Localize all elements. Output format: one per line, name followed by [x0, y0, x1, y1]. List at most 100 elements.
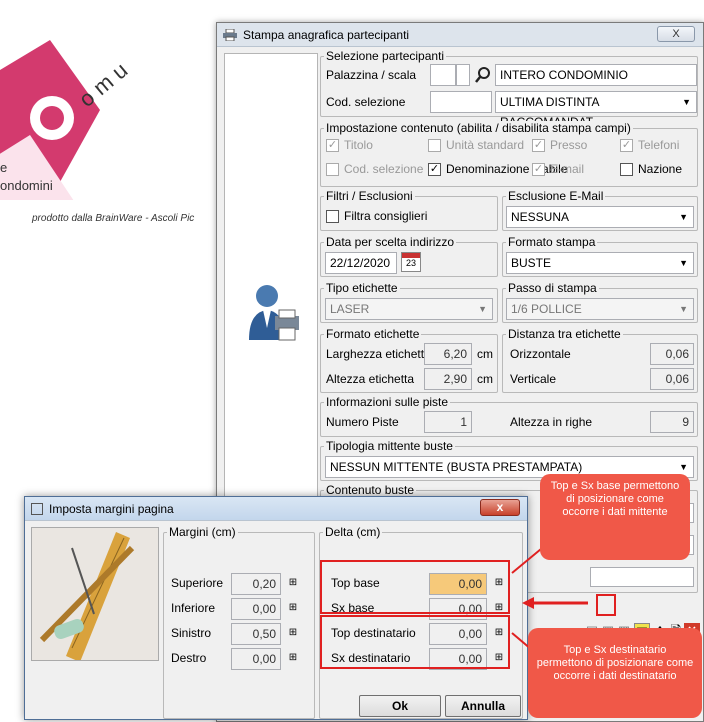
margine-input[interactable]: 0,00 [231, 648, 281, 670]
altezza-label: Altezza etichetta [326, 372, 415, 386]
checkbox-label: Unità standard [446, 138, 525, 152]
user-print-icon [249, 285, 299, 341]
palazzina-label: Palazzina / scala [326, 68, 417, 82]
checkbox-7[interactable]: Nazione [620, 162, 682, 176]
spin-icon[interactable]: ⊞ [287, 600, 299, 616]
tipo-etichette-legend: Tipo etichette [324, 281, 400, 295]
checkbox-box: ✓ [532, 162, 545, 176]
larghezza-unit: cm [477, 347, 493, 361]
printer-icon [223, 28, 237, 41]
margini-legend: Margini (cm) [167, 525, 238, 539]
esclusione-value: NESSUNA [511, 210, 570, 224]
checkbox-box: ✓ [326, 138, 339, 152]
dropdown-arrow-icon: ▼ [682, 97, 691, 107]
contenuto-legend: Contenuto buste [324, 483, 417, 497]
spin-icon[interactable]: ⊞ [287, 625, 299, 641]
base-highlight [320, 560, 510, 614]
checkbox-box: ✓ [428, 162, 441, 176]
checkbox-box [620, 162, 633, 176]
distanza-legend: Distanza tra etichette [506, 327, 623, 341]
filtra-consiglieri-checkbox[interactable]: Filtra consiglieri [326, 209, 427, 223]
margini-group: Margini (cm) [163, 525, 315, 719]
impostazione-legend: Impostazione contenuto (abilita / disabi… [324, 121, 633, 135]
impostazione-group: Impostazione contenuto (abilita / disabi… [320, 121, 698, 187]
checkbox-3[interactable]: ✓ Telefoni [620, 138, 679, 152]
checkbox-label: Presso [550, 138, 588, 152]
orizzontale-input[interactable]: 0,06 [650, 343, 694, 365]
altezza-input[interactable]: 2,90 [424, 368, 472, 390]
checkbox-1[interactable]: Unità standard [428, 138, 524, 152]
dropdown-arrow-icon: ▼ [478, 304, 487, 314]
checkbox-box [326, 162, 339, 176]
margine-label: Sinistro [171, 626, 212, 640]
formato-stampa-select[interactable]: BUSTE ▼ [506, 252, 694, 274]
main-titlebar: Stampa anagrafica partecipanti [217, 23, 703, 47]
dialog-title: Imposta margini pagina [49, 501, 174, 516]
checkbox-label: Nazione [638, 162, 683, 176]
checkbox-box [428, 138, 441, 152]
filtri-legend: Filtri / Esclusioni [324, 189, 415, 203]
tagline: prodotto dalla BrainWare - Ascoli Pic [32, 213, 195, 224]
palazzina-value[interactable]: INTERO CONDOMINIO [495, 64, 697, 86]
margine-label: Superiore [171, 576, 224, 590]
toolbar-highlight [596, 594, 616, 616]
altezza-righe-label: Altezza in righe [510, 415, 593, 429]
selezione-legend: Selezione partecipanti [324, 49, 447, 63]
annulla-button[interactable]: Annulla [445, 695, 521, 717]
verticale-label: Verticale [510, 372, 557, 386]
checkbox-label: Titolo [344, 138, 373, 152]
margine-input[interactable]: 0,50 [231, 623, 281, 645]
data-legend: Data per scelta indirizzo [324, 235, 457, 249]
checkbox-2[interactable]: ✓ Presso [532, 138, 587, 152]
search-icon[interactable] [474, 65, 492, 85]
passo-legend: Passo di stampa [506, 281, 599, 295]
checkbox-label: Telefoni [638, 138, 680, 152]
logo-graphic [0, 40, 100, 200]
passo-select[interactable]: 1/6 POLLICE ▼ [506, 298, 694, 320]
larghezza-input[interactable]: 6,20 [424, 343, 472, 365]
verticale-input[interactable]: 0,06 [650, 368, 694, 390]
main-close-button[interactable]: X [657, 26, 695, 42]
margine-label: Inferiore [171, 601, 216, 615]
numero-piste-input[interactable]: 1 [424, 411, 472, 433]
calendar-icon[interactable]: 23 [401, 252, 421, 272]
altezza-unit: cm [477, 372, 493, 386]
tipo-etichette-select[interactable]: LASER ▼ [325, 298, 493, 320]
margine-input[interactable]: 0,20 [231, 573, 281, 595]
tipo-etichette-value: LASER [330, 302, 370, 316]
dropdown-arrow-icon: ▼ [679, 212, 688, 222]
checkbox-label: Cod. selezione [344, 162, 424, 176]
checkbox-6[interactable]: ✓ E-mail [532, 162, 584, 176]
esclusione-select[interactable]: NESSUNA ▼ [506, 206, 694, 228]
orizzontale-label: Orizzontale [510, 347, 571, 361]
dropdown-arrow-icon: ▼ [679, 304, 688, 314]
larghezza-label: Larghezza etichetta [326, 347, 431, 361]
data-input[interactable]: 22/12/2020 [325, 252, 397, 274]
cod-selezione-label: Cod. selezione [326, 95, 406, 109]
palazzina-code-input[interactable] [430, 64, 456, 86]
margine-label: Destro [171, 651, 207, 665]
checkbox-box: ✓ [620, 138, 633, 152]
passo-value: 1/6 POLLICE [511, 302, 582, 316]
palazzina-code-input-2[interactable] [456, 64, 470, 86]
ok-button[interactable]: Ok [359, 695, 441, 717]
spin-icon[interactable]: ⊞ [287, 575, 299, 591]
altezza-righe-input[interactable]: 9 [650, 411, 694, 433]
checkbox-0[interactable]: ✓ Titolo [326, 138, 373, 152]
formato-etichette-legend: Formato etichette [324, 327, 422, 341]
esclusione-legend: Esclusione E-Mail [506, 189, 606, 203]
spin-icon[interactable]: ⊞ [287, 650, 299, 666]
destinatario-highlight [320, 615, 510, 669]
tipologia-value: NESSUN MITTENTE (BUSTA PRESTAMPATA) [330, 460, 583, 474]
page-icon [31, 502, 43, 515]
dialog-close-button[interactable]: x [480, 499, 520, 516]
brand-name: ondomini [0, 178, 53, 193]
brand-prefix: e [0, 160, 8, 175]
dialog-titlebar: Imposta margini pagina [25, 497, 527, 521]
checkbox-4[interactable]: Cod. selezione [326, 162, 423, 176]
margine-input[interactable]: 0,00 [231, 598, 281, 620]
callout-destinatario: Top e Sx destinatario permettono di posi… [528, 628, 702, 718]
contenuto-field-3[interactable] [590, 567, 694, 587]
cod-selezione-code-input[interactable] [430, 91, 492, 113]
cod-selezione-select[interactable]: ULTIMA DISTINTA RACCOMANDAT▼ [495, 91, 697, 129]
